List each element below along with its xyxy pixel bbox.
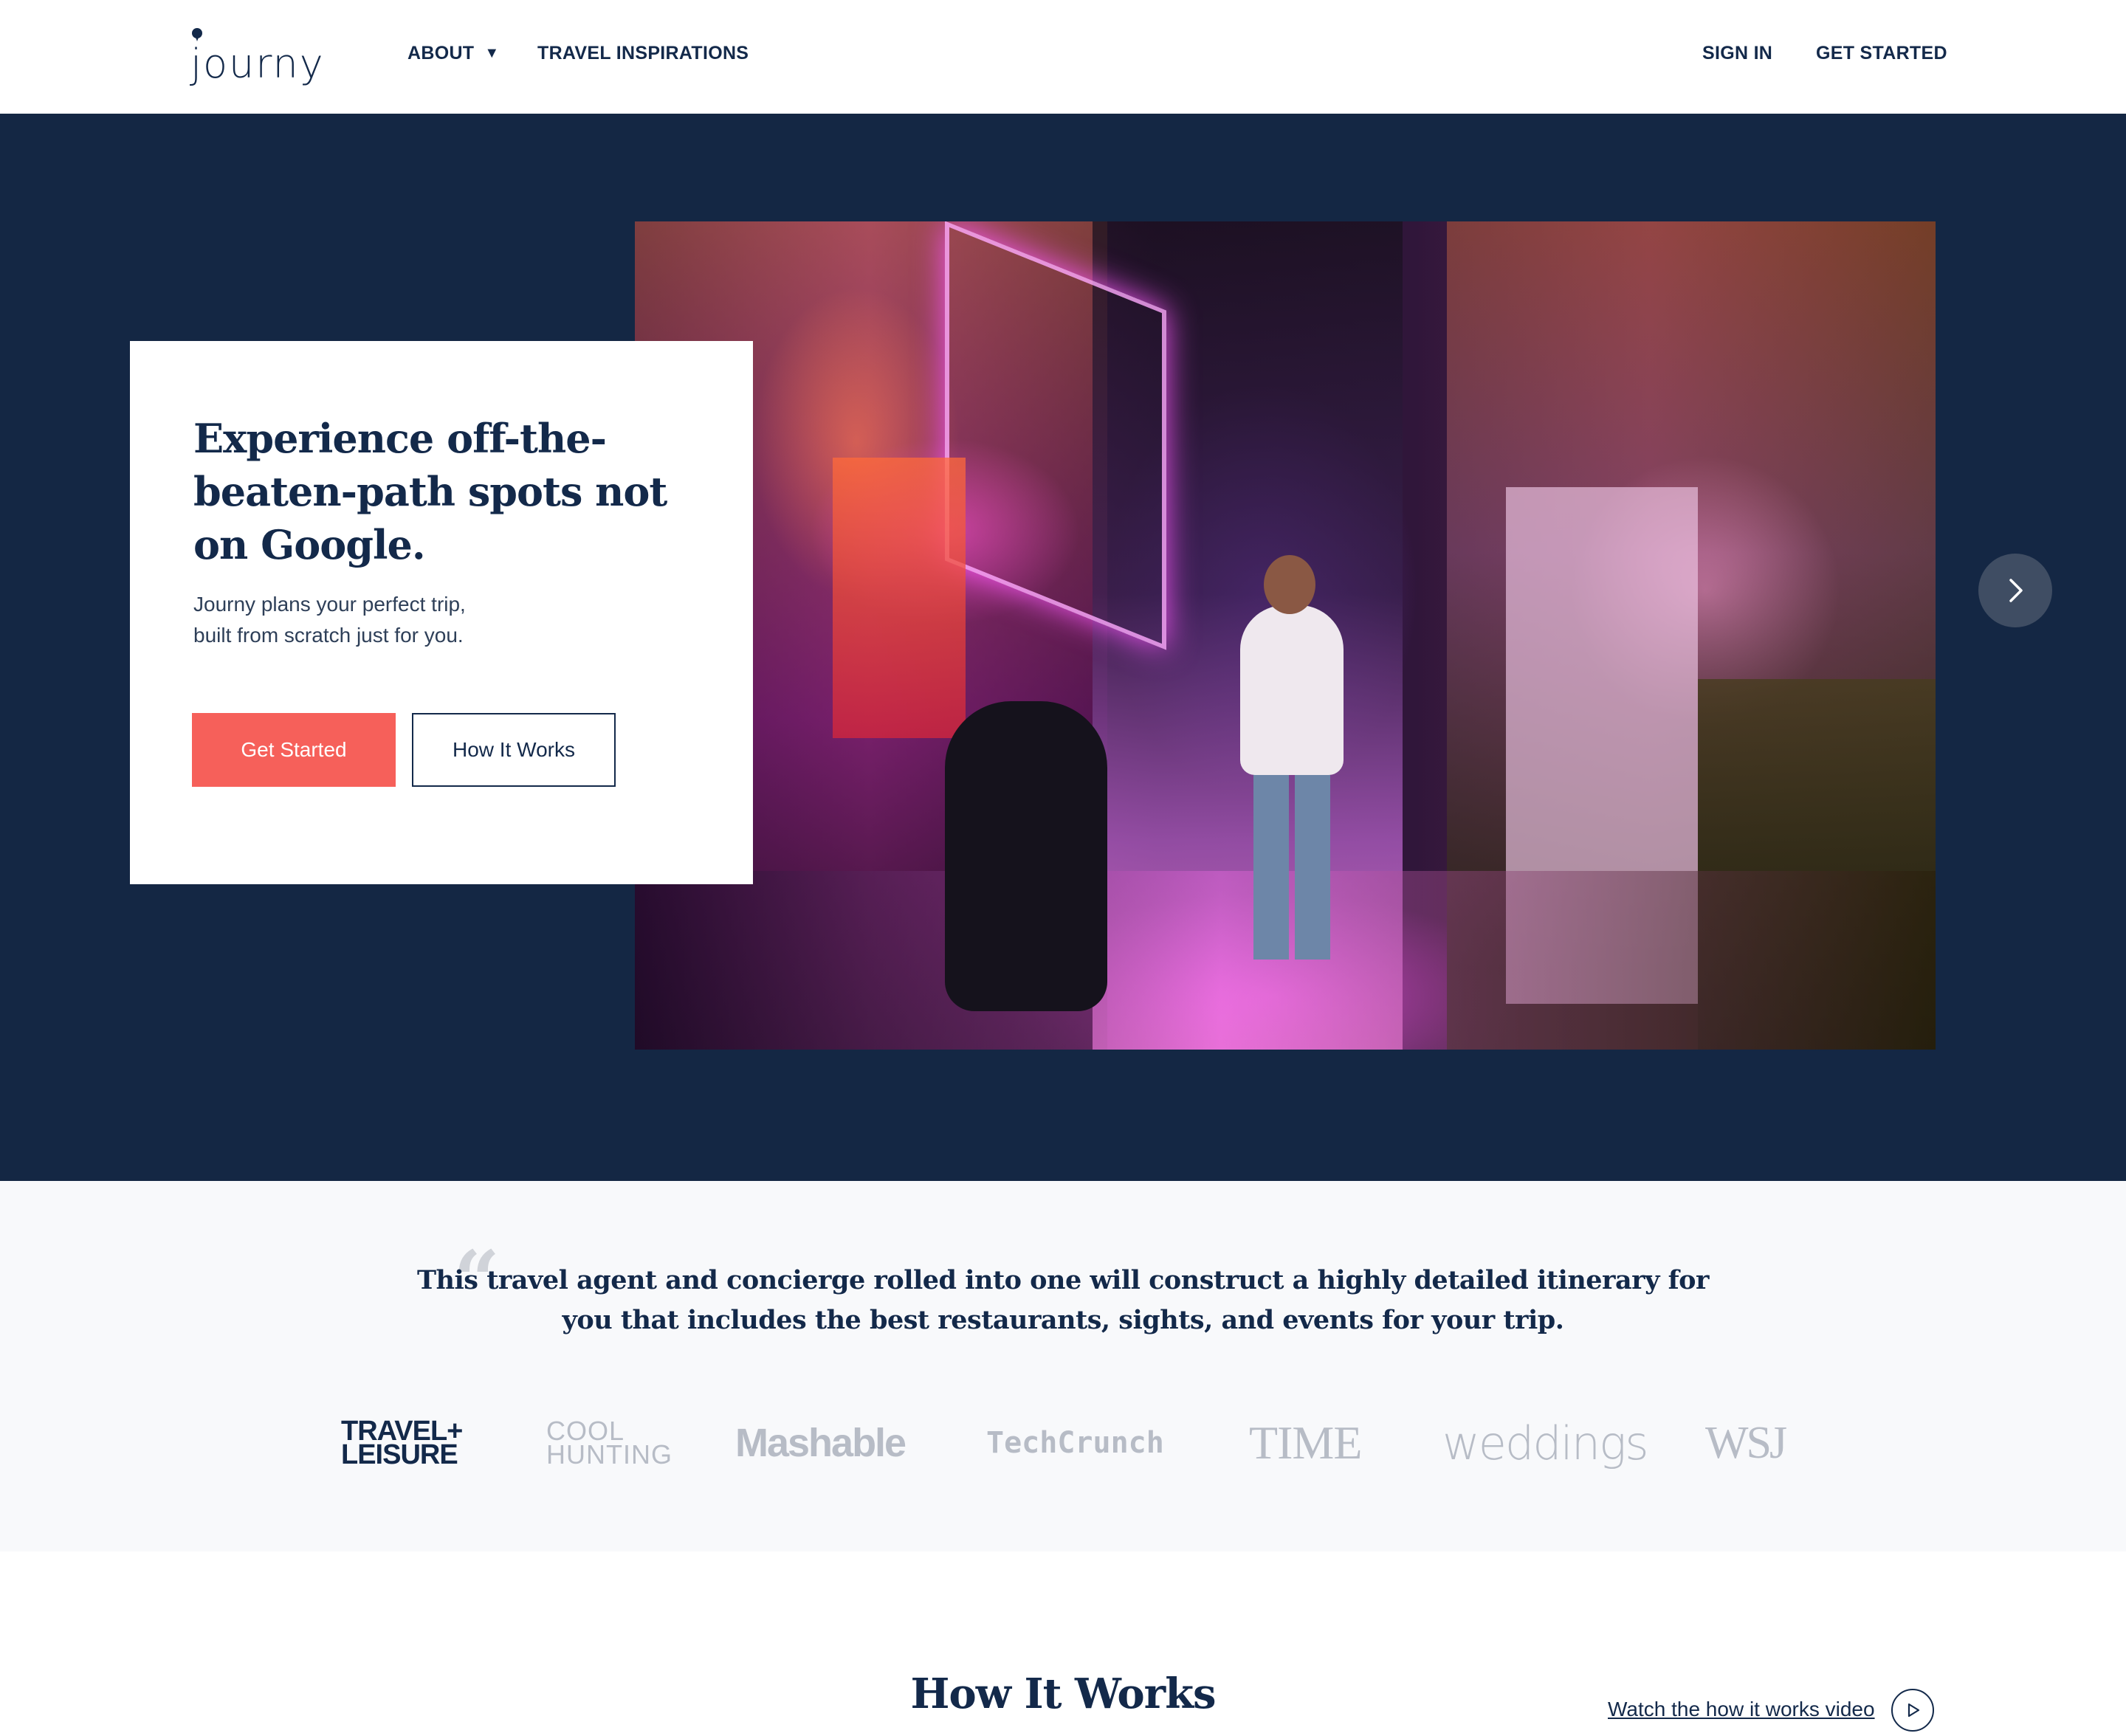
hero-subtitle: Journy plans your perfect trip, built fr… (193, 589, 563, 651)
how-it-works-button[interactable]: How It Works (412, 713, 616, 787)
hero-card: Experience off-the-beaten-path spots not… (130, 341, 753, 884)
cool-hunting-logo: COOL HUNTING (546, 1410, 672, 1476)
techcrunch-logo: TechCrunch (986, 1426, 1164, 1460)
hero-subtitle-line2: built from scratch just for you. (193, 624, 464, 647)
nav-about-label: ABOUT (407, 43, 475, 63)
hero-subtitle-line1: Journy plans your perfect trip, (193, 593, 466, 616)
chevron-right-icon (2009, 579, 2023, 602)
press-logos: TRAVEL+ LEISURE COOL HUNTING Mashable Te… (0, 1410, 2126, 1476)
nav-about[interactable]: ABOUT ▼ (407, 43, 500, 64)
wsj-logo: WSJ (1705, 1417, 1787, 1468)
get-started-link[interactable]: GET STARTED (1816, 43, 1947, 64)
play-icon (1907, 1703, 1920, 1718)
watch-video-link[interactable]: Watch the how it works video (1608, 1698, 1875, 1721)
time-logo: TIME (1249, 1416, 1362, 1469)
press-quote: This travel agent and concierge rolled i… (417, 1265, 1709, 1335)
hero-title: Experience off-the-beaten-path spots not… (193, 415, 667, 568)
carousel-next-button[interactable] (1978, 554, 2052, 627)
cool-hunting-logo-line2: HUNTING (546, 1439, 672, 1470)
location-pin-icon (192, 28, 202, 41)
hero-section: Experience off-the-beaten-path spots not… (0, 114, 2126, 1181)
hero-image-neon-alley (635, 221, 1936, 1050)
logo-text: journy (190, 41, 325, 87)
caret-down-icon: ▼ (484, 45, 500, 61)
play-video-button[interactable] (1891, 1689, 1934, 1732)
travel-leisure-logo: TRAVEL+ LEISURE (341, 1410, 463, 1476)
mashable-logo: Mashable (735, 1421, 907, 1465)
site-header: journy ABOUT ▼ TRAVEL INSPIRATIONS SIGN … (0, 0, 2126, 114)
travel-leisure-logo-line2: LEISURE (341, 1439, 458, 1470)
get-started-button[interactable]: Get Started (192, 713, 396, 787)
nav-travel-inspirations[interactable]: TRAVEL INSPIRATIONS (537, 43, 749, 64)
journy-logo[interactable]: journy (190, 25, 325, 84)
sign-in-link[interactable]: SIGN IN (1702, 43, 1772, 64)
press-section: “ This travel agent and concierge rolled… (0, 1181, 2126, 1551)
weddings-logo: weddings (1442, 1416, 1649, 1470)
